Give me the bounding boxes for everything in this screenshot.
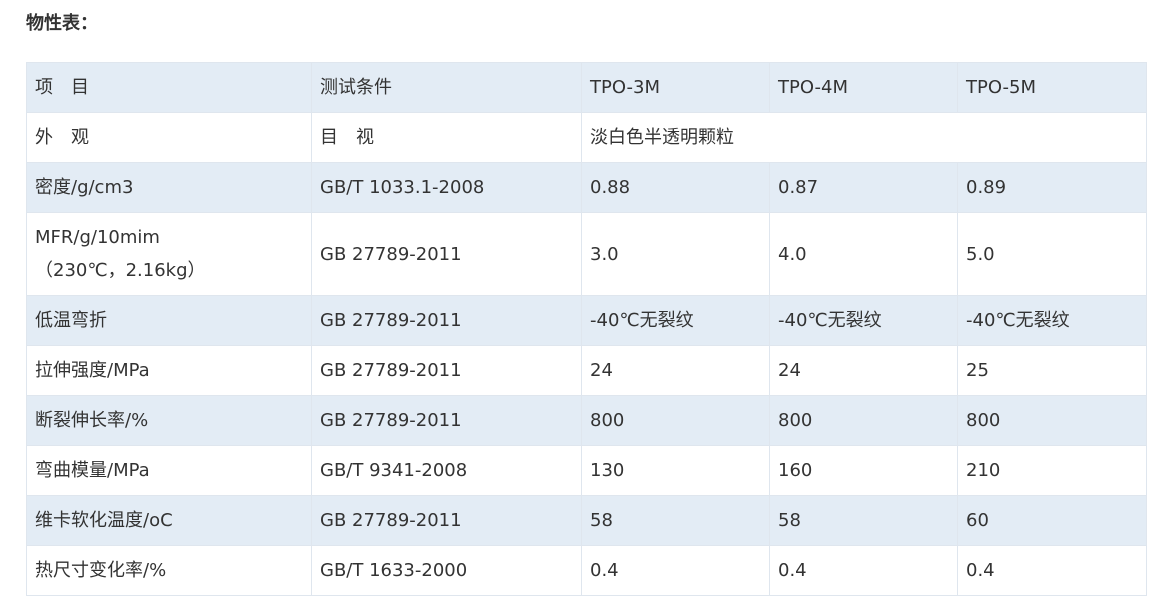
cell-item: 热尺寸变化率/% — [26, 545, 312, 596]
cell-value-tpo-5m: 25 — [957, 345, 1147, 396]
cell-value-tpo-5m: 5.0 — [957, 212, 1147, 296]
cell-value-tpo-4m: 58 — [769, 495, 958, 546]
cell-item-line1: MFR/g/10mim — [35, 227, 160, 248]
table-row-elongation: 断裂伸长率/% GB 27789-2011 800 800 800 — [26, 395, 1147, 446]
section-heading: 物性表： — [26, 13, 98, 34]
cell-item: 断裂伸长率/% — [26, 395, 312, 446]
cell-value-tpo-3m: -40℃无裂纹 — [581, 295, 770, 346]
cell-value-tpo-5m: 0.89 — [957, 162, 1147, 213]
cell-value-tpo-3m: 58 — [581, 495, 770, 546]
cell-value-tpo-3m: 24 — [581, 345, 770, 396]
cell-condition: GB/T 1033.1-2008 — [311, 162, 582, 213]
header-cell-condition: 测试条件 — [311, 62, 582, 113]
cell-item: 弯曲模量/MPa — [26, 445, 312, 496]
cell-value-tpo-5m: 60 — [957, 495, 1147, 546]
cell-condition: GB 27789-2011 — [311, 295, 582, 346]
cell-condition: GB/T 9341-2008 — [311, 445, 582, 496]
table-row-flexural-modulus: 弯曲模量/MPa GB/T 9341-2008 130 160 210 — [26, 445, 1147, 496]
cell-item: 密度/g/cm3 — [26, 162, 312, 213]
table-header-row: 项 目 测试条件 TPO-3M TPO-4M TPO-5M — [26, 62, 1147, 113]
cell-condition: GB 27789-2011 — [311, 395, 582, 446]
table-row-low-temp-bend: 低温弯折 GB 27789-2011 -40℃无裂纹 -40℃无裂纹 -40℃无… — [26, 295, 1147, 346]
cell-value-tpo-4m: 0.87 — [769, 162, 958, 213]
cell-value-tpo-3m: 3.0 — [581, 212, 770, 296]
cell-condition: 目 视 — [311, 112, 582, 163]
cell-condition: GB 27789-2011 — [311, 495, 582, 546]
cell-item: 维卡软化温度/oC — [26, 495, 312, 546]
cell-value-tpo-3m: 0.4 — [581, 545, 770, 596]
cell-appearance-value: 淡白色半透明颗粒 — [581, 112, 1147, 163]
cell-value-tpo-3m: 800 — [581, 395, 770, 446]
cell-item: 拉伸强度/MPa — [26, 345, 312, 396]
cell-value-tpo-5m: 800 — [957, 395, 1147, 446]
header-cell-tpo-3m: TPO-3M — [581, 62, 770, 113]
table-row-tensile-strength: 拉伸强度/MPa GB 27789-2011 24 24 25 — [26, 345, 1147, 396]
cell-item: MFR/g/10mim （230℃，2.16kg） — [26, 212, 312, 296]
cell-value-tpo-5m: 210 — [957, 445, 1147, 496]
cell-condition: GB 27789-2011 — [311, 345, 582, 396]
cell-value-tpo-5m: -40℃无裂纹 — [957, 295, 1147, 346]
properties-table: 项 目 测试条件 TPO-3M TPO-4M TPO-5M 外 观 目 视 淡白… — [26, 62, 1147, 596]
header-cell-tpo-4m: TPO-4M — [769, 62, 958, 113]
cell-condition: GB 27789-2011 — [311, 212, 582, 296]
cell-value-tpo-3m: 0.88 — [581, 162, 770, 213]
cell-value-tpo-4m: -40℃无裂纹 — [769, 295, 958, 346]
cell-item: 低温弯折 — [26, 295, 312, 346]
table-row-density: 密度/g/cm3 GB/T 1033.1-2008 0.88 0.87 0.89 — [26, 162, 1147, 213]
table-row-appearance: 外 观 目 视 淡白色半透明颗粒 — [26, 112, 1147, 163]
cell-value-tpo-4m: 24 — [769, 345, 958, 396]
cell-value-tpo-3m: 130 — [581, 445, 770, 496]
cell-value-tpo-5m: 0.4 — [957, 545, 1147, 596]
header-cell-tpo-5m: TPO-5M — [957, 62, 1147, 113]
header-cell-item: 项 目 — [26, 62, 312, 113]
table-row-thermal-dimensional-change: 热尺寸变化率/% GB/T 1633-2000 0.4 0.4 0.4 — [26, 545, 1147, 596]
table-row-mfr: MFR/g/10mim （230℃，2.16kg） GB 27789-2011 … — [26, 212, 1147, 296]
cell-value-tpo-4m: 800 — [769, 395, 958, 446]
cell-value-tpo-4m: 4.0 — [769, 212, 958, 296]
cell-value-tpo-4m: 0.4 — [769, 545, 958, 596]
cell-value-tpo-4m: 160 — [769, 445, 958, 496]
cell-condition: GB/T 1633-2000 — [311, 545, 582, 596]
cell-item-line2: （230℃，2.16kg） — [35, 260, 206, 281]
cell-item: 外 观 — [26, 112, 312, 163]
table-row-vicat: 维卡软化温度/oC GB 27789-2011 58 58 60 — [26, 495, 1147, 546]
